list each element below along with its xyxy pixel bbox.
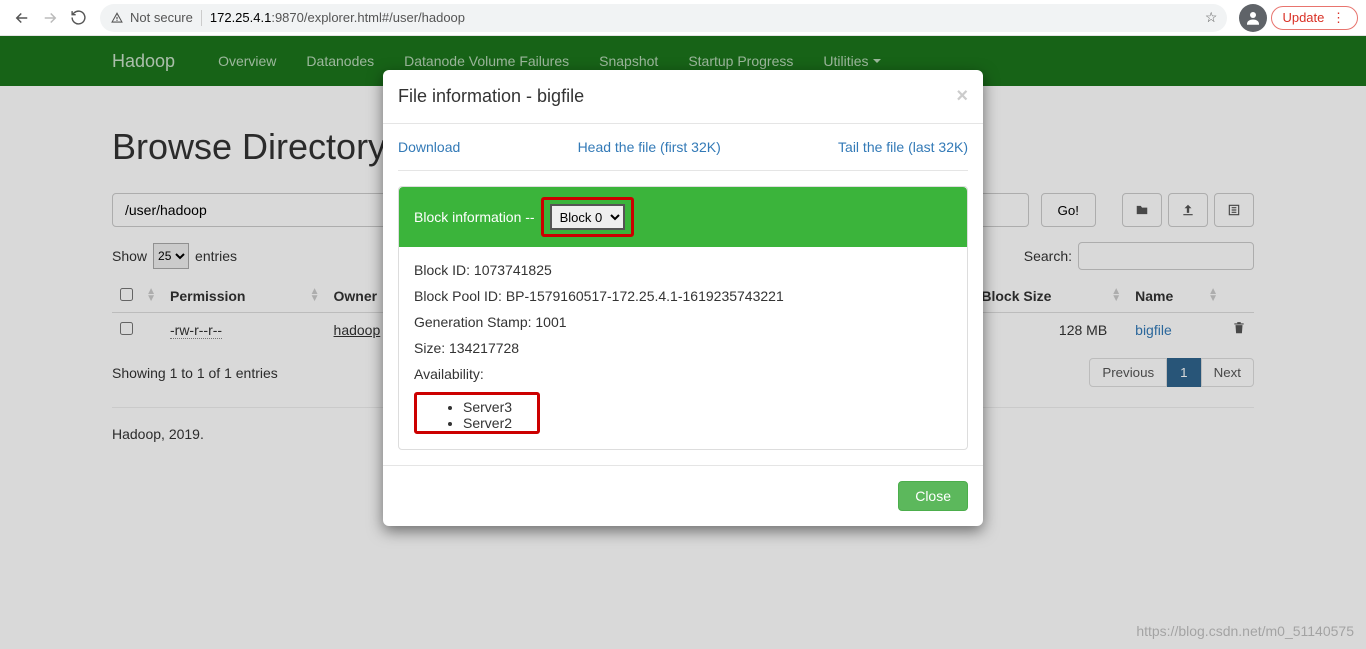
block-pool-id: Block Pool ID: BP-1579160517-172.25.4.1-… xyxy=(414,288,952,304)
address-bar[interactable]: Not secure 172.25.4.1:9870/explorer.html… xyxy=(100,4,1227,32)
update-button[interactable]: Update ⋮ xyxy=(1271,6,1358,30)
block-panel: Block information -- Block 0 Block ID: 1… xyxy=(398,186,968,450)
browser-chrome: Not secure 172.25.4.1:9870/explorer.html… xyxy=(0,0,1366,36)
tail-link[interactable]: Tail the file (last 32K) xyxy=(838,139,968,155)
close-button[interactable]: Close xyxy=(898,481,968,511)
highlight-box-select: Block 0 xyxy=(541,197,634,237)
not-secure-label: Not secure xyxy=(130,10,193,25)
reload-button[interactable] xyxy=(64,4,92,32)
list-item: Server2 xyxy=(463,415,531,431)
back-button[interactable] xyxy=(8,4,36,32)
block-select[interactable]: Block 0 xyxy=(550,204,625,230)
modal-title: File information - bigfile xyxy=(398,86,584,107)
download-link[interactable]: Download xyxy=(398,139,460,155)
file-info-modal: File information - bigfile × Download He… xyxy=(383,70,983,526)
block-size: Size: 134217728 xyxy=(414,340,952,356)
highlight-box-servers: Server3 Server2 xyxy=(414,392,540,434)
divider xyxy=(201,10,202,26)
watermark: https://blog.csdn.net/m0_51140575 xyxy=(1136,623,1354,639)
availability-list: Server3 Server2 xyxy=(423,399,531,431)
generation-stamp: Generation Stamp: 1001 xyxy=(414,314,952,330)
forward-button[interactable] xyxy=(36,4,64,32)
block-id: Block ID: 1073741825 xyxy=(414,262,952,278)
profile-avatar[interactable] xyxy=(1239,4,1267,32)
close-icon[interactable]: × xyxy=(956,85,968,108)
availability-label: Availability: xyxy=(414,366,952,382)
url-text: 172.25.4.1:9870/explorer.html#/user/hado… xyxy=(210,10,465,25)
list-item: Server3 xyxy=(463,399,531,415)
not-secure-badge: Not secure xyxy=(110,10,193,25)
bookmark-star-icon[interactable]: ☆ xyxy=(1205,9,1218,26)
head-link[interactable]: Head the file (first 32K) xyxy=(578,139,721,155)
block-info-label: Block information -- xyxy=(414,209,535,225)
